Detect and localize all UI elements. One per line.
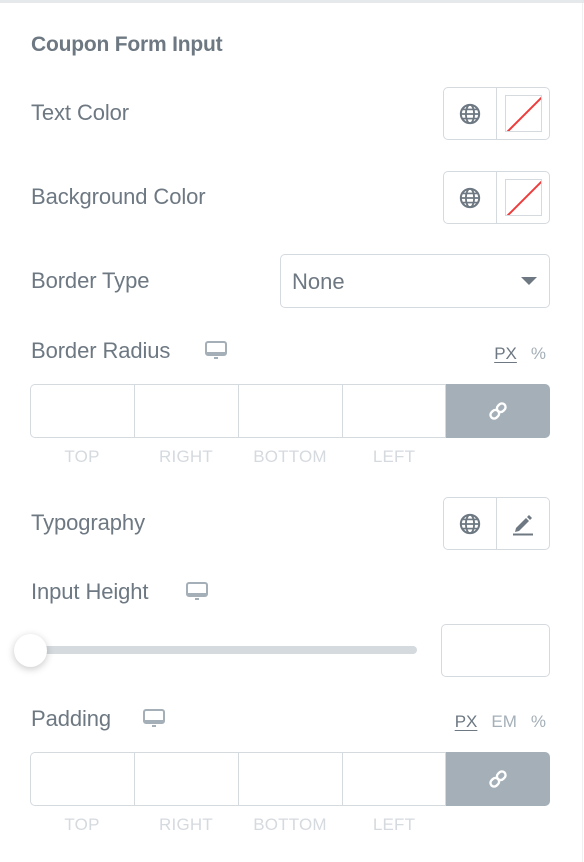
caret-down-icon bbox=[521, 277, 537, 285]
padding-link-button[interactable] bbox=[446, 752, 550, 806]
input-height-label: Input Height bbox=[31, 579, 149, 604]
unit-percent[interactable]: % bbox=[531, 712, 546, 732]
field-label-right: RIGHT bbox=[159, 815, 213, 834]
globe-icon bbox=[459, 103, 481, 124]
top-divider bbox=[0, 0, 584, 3]
field-label-top: TOP bbox=[64, 815, 100, 834]
padding-label: Padding bbox=[31, 706, 112, 731]
unit-px[interactable]: PX bbox=[455, 712, 478, 732]
border-radius-label: Border Radius bbox=[31, 338, 171, 363]
unit-px[interactable]: PX bbox=[494, 344, 517, 364]
padding-right-input[interactable] bbox=[134, 752, 238, 806]
unit-em[interactable]: EM bbox=[491, 712, 517, 732]
text-color-control bbox=[443, 87, 550, 140]
background-color-global-button[interactable] bbox=[444, 172, 496, 223]
section-title: Coupon Form Input bbox=[31, 33, 223, 56]
padding-bottom-input[interactable] bbox=[238, 752, 342, 806]
pencil-icon bbox=[513, 514, 533, 535]
input-height-number-input[interactable] bbox=[441, 624, 550, 677]
border-radius-left-input[interactable] bbox=[342, 384, 446, 438]
panel-scrollbar[interactable] bbox=[582, 3, 583, 862]
padding-top-input[interactable] bbox=[30, 752, 134, 806]
desktop-icon[interactable] bbox=[205, 341, 227, 361]
background-color-control bbox=[443, 171, 550, 224]
border-type-label: Border Type bbox=[31, 268, 150, 293]
link-icon bbox=[489, 402, 507, 420]
field-label-left: LEFT bbox=[372, 815, 416, 834]
background-color-label: Background Color bbox=[31, 184, 206, 209]
padding-left-input[interactable] bbox=[342, 752, 446, 806]
desktop-icon[interactable] bbox=[143, 709, 165, 729]
border-radius-dimensions bbox=[30, 384, 550, 438]
desktop-icon[interactable] bbox=[186, 582, 208, 602]
text-color-global-button[interactable] bbox=[444, 88, 496, 139]
padding-field-labels: TOP RIGHT BOTTOM LEFT bbox=[30, 815, 446, 835]
globe-icon bbox=[459, 187, 481, 208]
field-label-top: TOP bbox=[64, 447, 100, 466]
field-label-left: LEFT bbox=[372, 447, 416, 466]
field-label-bottom: BOTTOM bbox=[253, 447, 327, 466]
border-radius-right-input[interactable] bbox=[134, 384, 238, 438]
field-label-right: RIGHT bbox=[159, 447, 213, 466]
border-type-value: None bbox=[292, 269, 345, 294]
border-radius-top-input[interactable] bbox=[30, 384, 134, 438]
text-color-label: Text Color bbox=[31, 100, 130, 125]
typography-edit-button[interactable] bbox=[496, 498, 549, 549]
no-color-swatch-icon bbox=[504, 95, 542, 132]
unit-percent[interactable]: % bbox=[531, 344, 546, 364]
field-label-bottom: BOTTOM bbox=[253, 815, 327, 834]
input-height-slider-handle[interactable] bbox=[13, 634, 47, 667]
globe-icon bbox=[459, 513, 481, 534]
padding-units: PX EM % bbox=[455, 712, 546, 732]
typography-control bbox=[443, 497, 550, 550]
padding-dimensions bbox=[30, 752, 550, 806]
text-color-picker[interactable] bbox=[496, 88, 549, 139]
border-radius-units: PX % bbox=[494, 344, 546, 364]
border-type-select[interactable]: None bbox=[280, 254, 550, 308]
border-radius-link-button[interactable] bbox=[446, 384, 550, 438]
link-icon bbox=[489, 770, 507, 788]
background-color-picker[interactable] bbox=[496, 172, 549, 223]
typography-label: Typography bbox=[31, 510, 145, 535]
border-radius-bottom-input[interactable] bbox=[238, 384, 342, 438]
input-height-slider-track[interactable] bbox=[30, 646, 417, 654]
typography-global-button[interactable] bbox=[444, 498, 496, 549]
border-radius-field-labels: TOP RIGHT BOTTOM LEFT bbox=[30, 447, 446, 467]
no-color-swatch-icon bbox=[504, 179, 542, 216]
